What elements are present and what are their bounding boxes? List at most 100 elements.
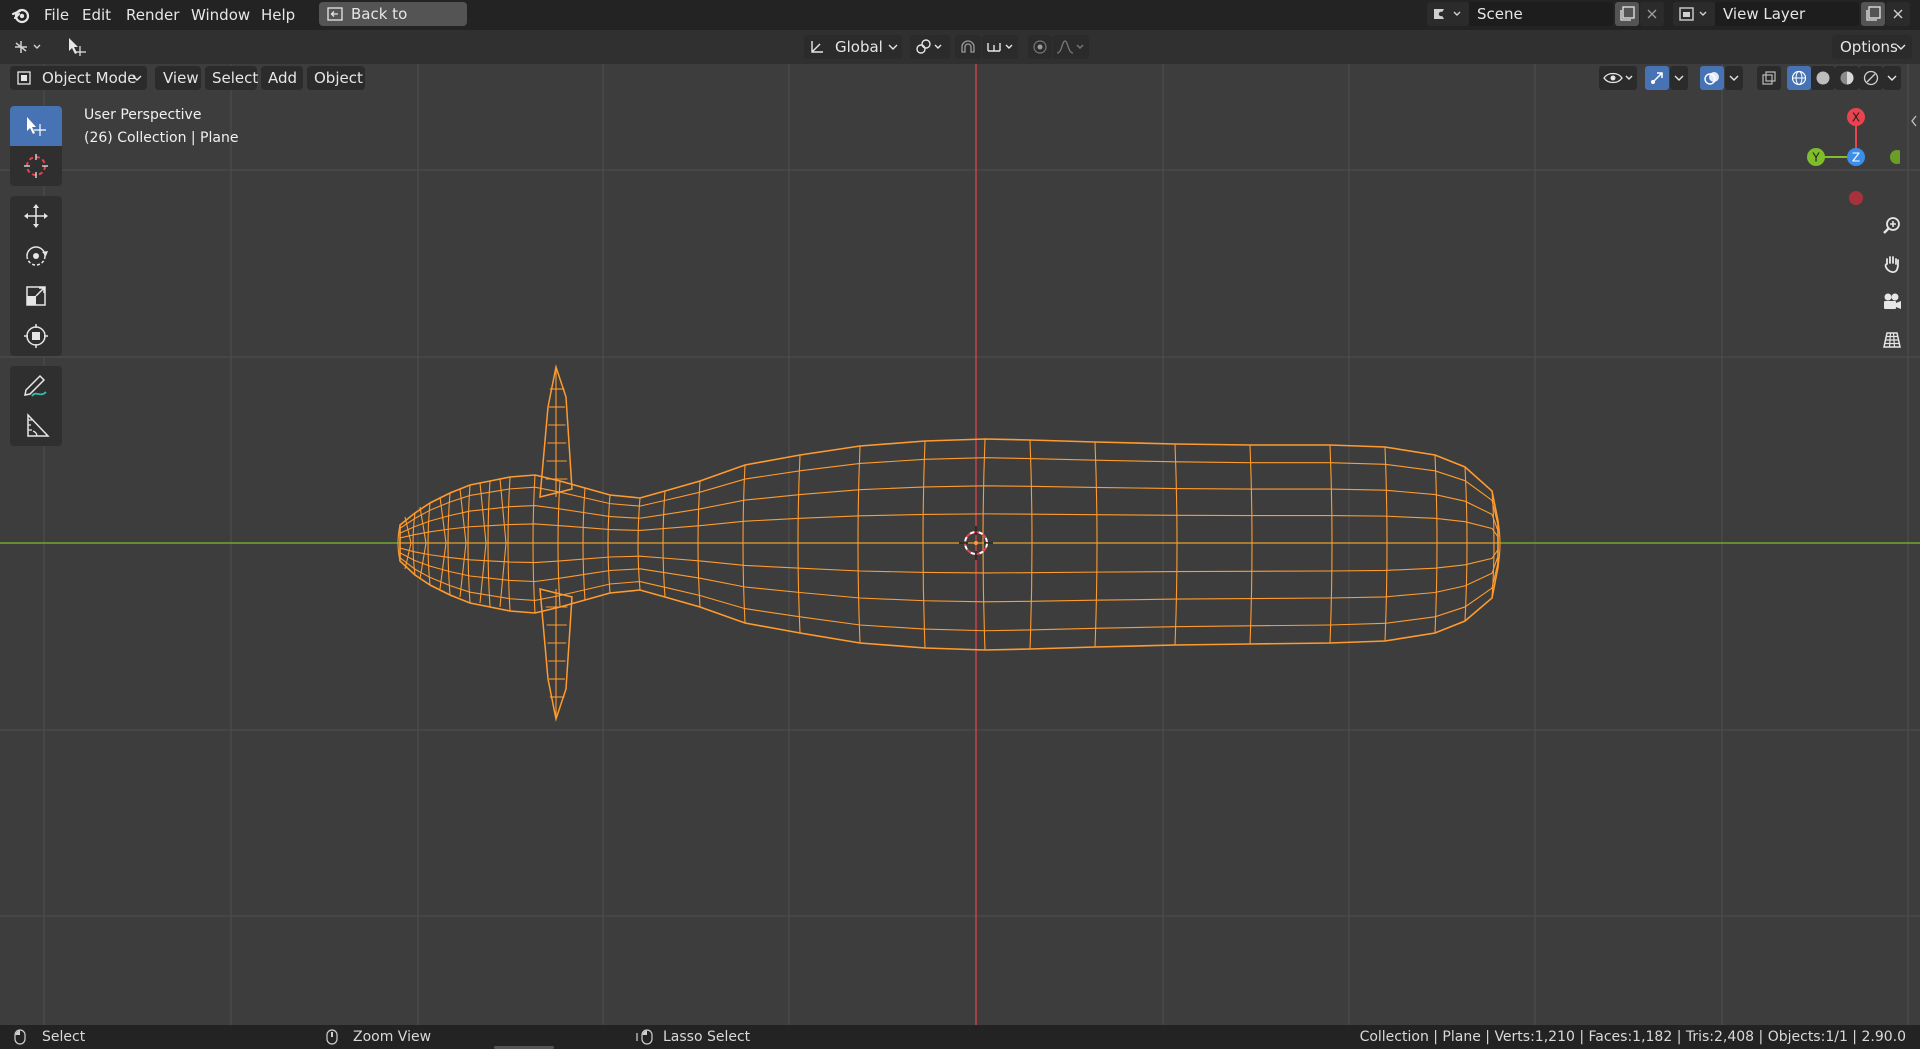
navigation-gizmo[interactable]: X Y Z <box>1800 104 1900 214</box>
mesh-edge <box>1434 454 1438 634</box>
mesh-edge <box>857 445 861 644</box>
pan-view-button[interactable] <box>1876 248 1908 280</box>
solid-sphere-icon <box>1816 71 1830 85</box>
gizmo-dropdown[interactable] <box>1670 66 1688 90</box>
mesh-edge <box>662 490 666 598</box>
shading-wireframe-button[interactable] <box>1787 66 1811 90</box>
zoom-view-button[interactable] <box>1876 210 1908 242</box>
gizmo-toggle[interactable] <box>1645 66 1669 90</box>
scene-statistics: Collection | Plane | Verts:1,210 | Faces… <box>1359 1029 1906 1045</box>
gizmo-neg-x-axis <box>1849 191 1863 205</box>
visibility-dropdown[interactable] <box>1599 66 1637 90</box>
mesh-edge <box>582 487 586 601</box>
mesh-edge <box>1094 441 1098 648</box>
menu-add[interactable]: Add <box>261 66 303 90</box>
mesh-edge <box>399 457 1499 529</box>
overlays-toggle[interactable] <box>1700 66 1724 90</box>
duplicate-icon <box>1620 6 1635 21</box>
orientation-icon <box>811 41 823 53</box>
chevron-down-icon <box>1887 75 1897 81</box>
menu-edit[interactable]: Edit <box>82 5 111 25</box>
xray-toggle[interactable] <box>1757 66 1781 90</box>
gizmo-neg-y-axis <box>1890 150 1900 164</box>
tool-measure[interactable] <box>10 406 62 446</box>
object-mode-label: Object Mode <box>42 69 137 87</box>
menu-select[interactable]: Select <box>205 66 258 90</box>
shading-solid-button[interactable] <box>1811 66 1835 90</box>
view-layer-selector-button[interactable] <box>1673 2 1715 26</box>
menu-object[interactable]: Object <box>307 66 365 90</box>
mesh-edge <box>982 438 986 651</box>
tool-move[interactable] <box>10 196 62 236</box>
scene-selector-button[interactable] <box>1427 2 1469 26</box>
plane-wireframe-mesh <box>397 364 1501 722</box>
magnet-icon <box>961 40 975 53</box>
falloff-dropdown[interactable] <box>1053 35 1089 59</box>
mesh-edge <box>637 497 641 591</box>
viewport-canvas[interactable] <box>0 64 1920 1025</box>
snap-target-dropdown[interactable] <box>982 35 1018 59</box>
chevron-down-icon <box>888 44 898 50</box>
menu-render[interactable]: Render <box>126 5 179 25</box>
menu-window[interactable]: Window <box>191 5 250 25</box>
chevron-down-icon <box>1729 75 1739 81</box>
new-view-layer-button[interactable] <box>1861 2 1885 26</box>
snap-toggle[interactable] <box>955 35 981 59</box>
close-icon <box>1893 9 1903 19</box>
status-zoom-view: Zoom View <box>353 1029 432 1045</box>
shading-dropdown[interactable] <box>1883 66 1901 90</box>
object-mode-dropdown[interactable]: Object Mode <box>10 66 147 90</box>
tool-rotate[interactable] <box>10 236 62 276</box>
tool-cursor[interactable] <box>10 146 62 186</box>
collection-label: (26) Collection | Plane <box>84 130 239 146</box>
pivot-point-dropdown[interactable] <box>910 35 950 59</box>
status-bar: Select Zoom View Lasso Select Collection… <box>0 1025 1920 1049</box>
sidebar-toggle-arrow-icon[interactable] <box>1909 114 1919 128</box>
select-box-icon <box>27 117 46 136</box>
menu-help[interactable]: Help <box>261 5 295 25</box>
chevron-down-icon <box>132 75 142 81</box>
shading-rendered-button[interactable] <box>1859 66 1883 90</box>
scene-name-field[interactable]: Scene <box>1469 2 1613 26</box>
tool-scale[interactable] <box>10 276 62 316</box>
falloff-curve-icon <box>1056 40 1084 54</box>
camera-view-button[interactable] <box>1876 286 1908 318</box>
proportional-icon <box>1033 40 1047 54</box>
view-layer-name-field[interactable]: View Layer <box>1715 2 1859 26</box>
mesh-edge <box>557 480 561 608</box>
shading-material-button[interactable] <box>1835 66 1859 90</box>
grid-lines <box>0 64 1920 1025</box>
back-icon <box>327 7 343 21</box>
tool-transform[interactable] <box>10 316 62 356</box>
mesh-edge <box>399 557 1499 632</box>
menu-file[interactable]: File <box>44 5 69 25</box>
transform-orientation-dropdown[interactable]: Global <box>804 35 902 59</box>
delete-scene-button[interactable] <box>1640 2 1664 26</box>
proportional-editing-toggle[interactable] <box>1028 35 1052 59</box>
back-to-previous-button[interactable]: Back to Previous <box>319 2 467 47</box>
rendered-sphere-icon <box>1863 70 1879 86</box>
options-dropdown[interactable]: Options <box>1832 35 1912 59</box>
overlays-dropdown[interactable] <box>1725 66 1743 90</box>
blender-logo-icon[interactable] <box>11 5 31 25</box>
delete-view-layer-button[interactable] <box>1886 2 1910 26</box>
duplicate-icon <box>1866 6 1881 21</box>
status-select: Select <box>42 1029 86 1045</box>
editor-type-button[interactable] <box>8 35 50 59</box>
gizmo-y-label: Y <box>1811 151 1820 165</box>
tool-select-box[interactable] <box>10 106 62 146</box>
scene-icon <box>1434 9 1461 19</box>
gizmo-icon <box>1651 72 1663 84</box>
mesh-edge <box>697 480 701 608</box>
gizmo-x-label: X <box>1852 111 1860 125</box>
select-box-icon[interactable] <box>66 36 90 58</box>
menu-view[interactable]: View <box>155 66 201 90</box>
wireframe-sphere-icon <box>1791 70 1807 86</box>
mesh-edge <box>797 454 801 634</box>
3d-viewport[interactable] <box>0 64 1920 1025</box>
ortho-toggle-button[interactable] <box>1876 324 1908 356</box>
tool-annotate[interactable] <box>10 366 62 406</box>
rotate-icon <box>26 246 48 266</box>
3d-cursor <box>959 526 993 560</box>
new-scene-button[interactable] <box>1615 2 1639 26</box>
